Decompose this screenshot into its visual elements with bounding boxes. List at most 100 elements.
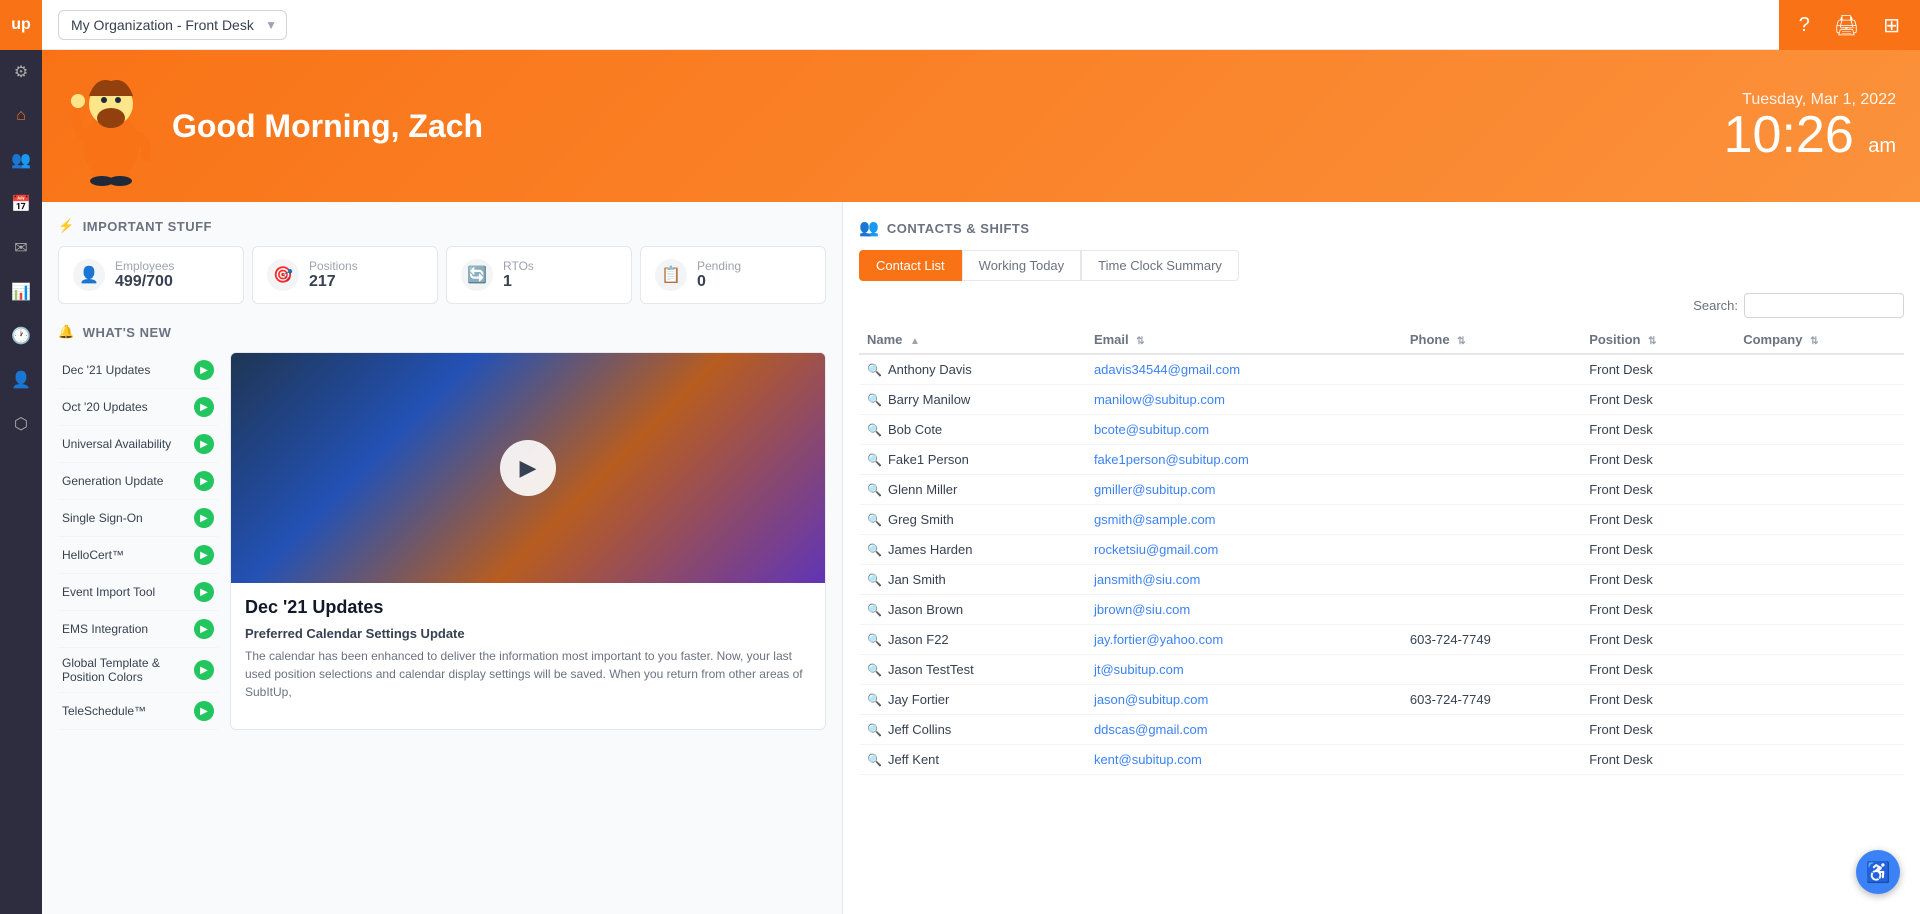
- news-item-global-template[interactable]: Global Template & Position Colors ▶: [58, 648, 218, 693]
- org-select[interactable]: My Organization - Front Desk: [58, 10, 287, 40]
- contact-email-cell: manilow@subitup.com: [1086, 385, 1402, 415]
- contact-search-icon[interactable]: 🔍: [867, 513, 882, 527]
- news-item-sso[interactable]: Single Sign-On ▶: [58, 500, 218, 537]
- sidebar-logo[interactable]: up: [0, 0, 42, 50]
- contact-email-cell: jbrown@siu.com: [1086, 595, 1402, 625]
- sidebar-item-clock[interactable]: 🕐: [0, 316, 42, 356]
- pending-value: 0: [697, 273, 741, 291]
- news-item-universal[interactable]: Universal Availability ▶: [58, 426, 218, 463]
- contact-position-cell: Front Desk: [1581, 715, 1735, 745]
- col-position[interactable]: Position ⇅: [1581, 326, 1735, 354]
- sidebar-item-chart[interactable]: 📊: [0, 272, 42, 312]
- contact-name-cell: 🔍 Greg Smith: [859, 505, 1086, 535]
- sidebar-item-layers[interactable]: ⬡: [0, 404, 42, 444]
- contact-email-link[interactable]: fake1person@subitup.com: [1094, 452, 1249, 467]
- sidebar-item-home[interactable]: ⌂: [0, 96, 42, 136]
- contact-email-link[interactable]: gmiller@subitup.com: [1094, 482, 1216, 497]
- contact-email-cell: jt@subitup.com: [1086, 655, 1402, 685]
- contact-company-cell: [1735, 685, 1904, 715]
- sidebar-item-person[interactable]: 👤: [0, 360, 42, 400]
- clock-ampm: am: [1868, 135, 1896, 157]
- contact-search-icon[interactable]: 🔍: [867, 423, 882, 437]
- search-row: Search:: [859, 293, 1904, 318]
- rtos-label: RTOs: [503, 259, 534, 273]
- news-item-oct20[interactable]: Oct '20 Updates ▶: [58, 389, 218, 426]
- contact-search-icon[interactable]: 🔍: [867, 603, 882, 617]
- contact-name: Glenn Miller: [888, 482, 957, 497]
- sidebar: up ⚙ ⌂ 👥 📅 ✉ 📊 🕐 👤 ⬡: [0, 0, 42, 914]
- contact-search-icon[interactable]: 🔍: [867, 393, 882, 407]
- contact-email-link[interactable]: ddscas@gmail.com: [1094, 722, 1208, 737]
- stat-employees[interactable]: 👤 Employees 499/700: [58, 246, 244, 304]
- contact-search-icon[interactable]: 🔍: [867, 483, 882, 497]
- news-featured-title: Dec '21 Updates: [245, 597, 811, 618]
- news-item-generation[interactable]: Generation Update ▶: [58, 463, 218, 500]
- news-item-hellocert[interactable]: HelloCert™ ▶: [58, 537, 218, 574]
- contact-email-link[interactable]: jason@subitup.com: [1094, 692, 1208, 707]
- contact-email-link[interactable]: jt@subitup.com: [1094, 662, 1184, 677]
- news-item-teleschedule[interactable]: TeleSchedule™ ▶: [58, 693, 218, 730]
- col-phone[interactable]: Phone ⇅: [1402, 326, 1581, 354]
- contact-search-icon[interactable]: 🔍: [867, 543, 882, 557]
- sidebar-item-users[interactable]: 👥: [0, 140, 42, 180]
- contact-name: Jason Brown: [888, 602, 963, 617]
- accessibility-button[interactable]: ♿: [1856, 850, 1900, 894]
- contact-email-link[interactable]: gsmith@sample.com: [1094, 512, 1216, 527]
- contact-search-icon[interactable]: 🔍: [867, 363, 882, 377]
- print-icon[interactable]: 🖨: [1834, 13, 1859, 38]
- news-item-label: Event Import Tool: [62, 585, 155, 599]
- news-item-event-import[interactable]: Event Import Tool ▶: [58, 574, 218, 611]
- table-header-row: Name ▲ Email ⇅ Phone ⇅ Position: [859, 326, 1904, 354]
- stat-pending[interactable]: 📋 Pending 0: [640, 246, 826, 304]
- contact-email-link[interactable]: bcote@subitup.com: [1094, 422, 1209, 437]
- contact-email-cell: bcote@subitup.com: [1086, 415, 1402, 445]
- contact-email-link[interactable]: manilow@subitup.com: [1094, 392, 1225, 407]
- contact-email-cell: ddscas@gmail.com: [1086, 715, 1402, 745]
- sidebar-item-settings[interactable]: ⚙: [0, 52, 42, 92]
- stats-row: 👤 Employees 499/700 🎯 Positions 217 🔄: [58, 246, 826, 304]
- col-email[interactable]: Email ⇅: [1086, 326, 1402, 354]
- table-row: 🔍 Jason F22 jay.fortier@yahoo.com 603-72…: [859, 625, 1904, 655]
- news-item-label: EMS Integration: [62, 622, 148, 636]
- contact-email-link[interactable]: jbrown@siu.com: [1094, 602, 1190, 617]
- contact-search-icon[interactable]: 🔍: [867, 663, 882, 677]
- contact-phone-cell: 603-724-7749: [1402, 685, 1581, 715]
- contact-email-link[interactable]: rocketsiu@gmail.com: [1094, 542, 1218, 557]
- tab-contact-list[interactable]: Contact List: [859, 250, 962, 281]
- search-input[interactable]: [1744, 293, 1904, 318]
- tab-working-today[interactable]: Working Today: [962, 250, 1082, 281]
- grid-icon[interactable]: ⊞: [1883, 13, 1900, 38]
- contact-position-cell: Front Desk: [1581, 505, 1735, 535]
- play-button[interactable]: ▶: [500, 440, 556, 496]
- contact-email-link[interactable]: kent@subitup.com: [1094, 752, 1202, 767]
- sidebar-item-calendar[interactable]: 📅: [0, 184, 42, 224]
- table-row: 🔍 Fake1 Person fake1person@subitup.com F…: [859, 445, 1904, 475]
- contact-email-cell: jason@subitup.com: [1086, 685, 1402, 715]
- col-name[interactable]: Name ▲: [859, 326, 1086, 354]
- news-list: Dec '21 Updates ▶ Oct '20 Updates ▶ Univ…: [58, 352, 218, 730]
- contact-email-link[interactable]: jansmith@siu.com: [1094, 572, 1200, 587]
- contact-position-cell: Front Desk: [1581, 685, 1735, 715]
- employees-icon: 👤: [73, 259, 105, 291]
- contact-position-cell: Front Desk: [1581, 385, 1735, 415]
- col-company[interactable]: Company ⇅: [1735, 326, 1904, 354]
- contact-email-link[interactable]: adavis34544@gmail.com: [1094, 362, 1240, 377]
- contact-search-icon[interactable]: 🔍: [867, 753, 882, 767]
- contact-email-link[interactable]: jay.fortier@yahoo.com: [1094, 632, 1223, 647]
- news-content: ▶ Dec '21 Updates Preferred Calendar Set…: [230, 352, 826, 730]
- sidebar-item-mail[interactable]: ✉: [0, 228, 42, 268]
- stat-rtos[interactable]: 🔄 RTOs 1: [446, 246, 632, 304]
- contact-name: Jason TestTest: [888, 662, 974, 677]
- help-icon[interactable]: ?: [1799, 14, 1810, 37]
- contact-search-icon[interactable]: 🔍: [867, 723, 882, 737]
- news-item-ems[interactable]: EMS Integration ▶: [58, 611, 218, 648]
- contact-email-cell: gmiller@subitup.com: [1086, 475, 1402, 505]
- contact-search-icon[interactable]: 🔍: [867, 573, 882, 587]
- contact-search-icon[interactable]: 🔍: [867, 453, 882, 467]
- contact-search-icon[interactable]: 🔍: [867, 693, 882, 707]
- accessibility-icon: ♿: [1866, 860, 1891, 885]
- news-item-dec21[interactable]: Dec '21 Updates ▶: [58, 352, 218, 389]
- tab-time-clock[interactable]: Time Clock Summary: [1081, 250, 1239, 281]
- contact-search-icon[interactable]: 🔍: [867, 633, 882, 647]
- stat-positions[interactable]: 🎯 Positions 217: [252, 246, 438, 304]
